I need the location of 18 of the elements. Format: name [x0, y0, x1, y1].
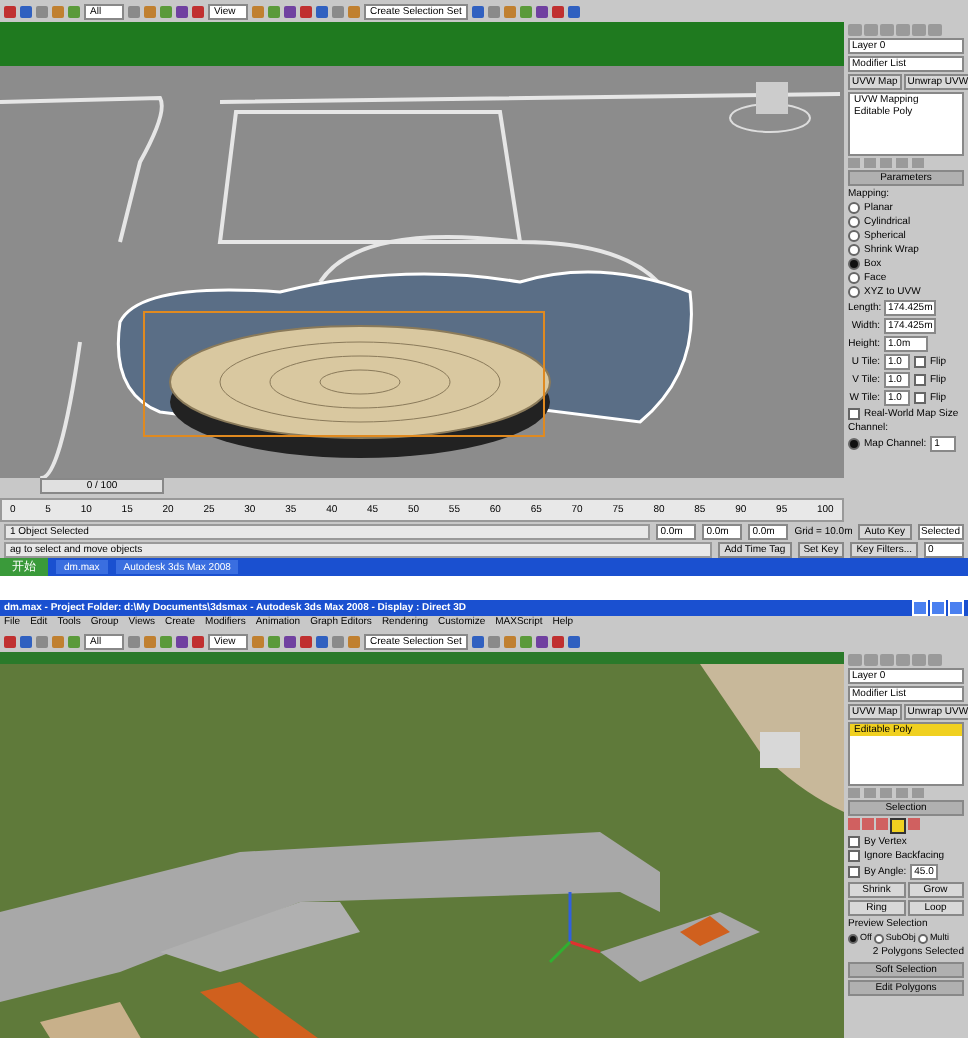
radio-button[interactable]	[848, 272, 860, 284]
radio-button[interactable]	[848, 202, 860, 214]
radio-button[interactable]	[848, 216, 860, 228]
checkbox[interactable]	[848, 850, 860, 862]
radio-button[interactable]	[848, 286, 860, 298]
radio-button[interactable]	[848, 438, 860, 450]
checkbox[interactable]	[914, 374, 926, 386]
checkbox[interactable]	[848, 866, 860, 878]
checkbox[interactable]	[848, 408, 860, 420]
radio-button[interactable]	[848, 258, 860, 270]
checkbox[interactable]	[914, 356, 926, 368]
radio-button[interactable]	[848, 244, 860, 256]
radio-button[interactable]	[848, 933, 858, 943]
radio-button[interactable]	[848, 230, 860, 242]
radio-button[interactable]	[873, 933, 884, 943]
checkbox[interactable]	[914, 392, 926, 404]
radio-button[interactable]	[917, 933, 928, 943]
checkbox[interactable]	[848, 836, 860, 848]
